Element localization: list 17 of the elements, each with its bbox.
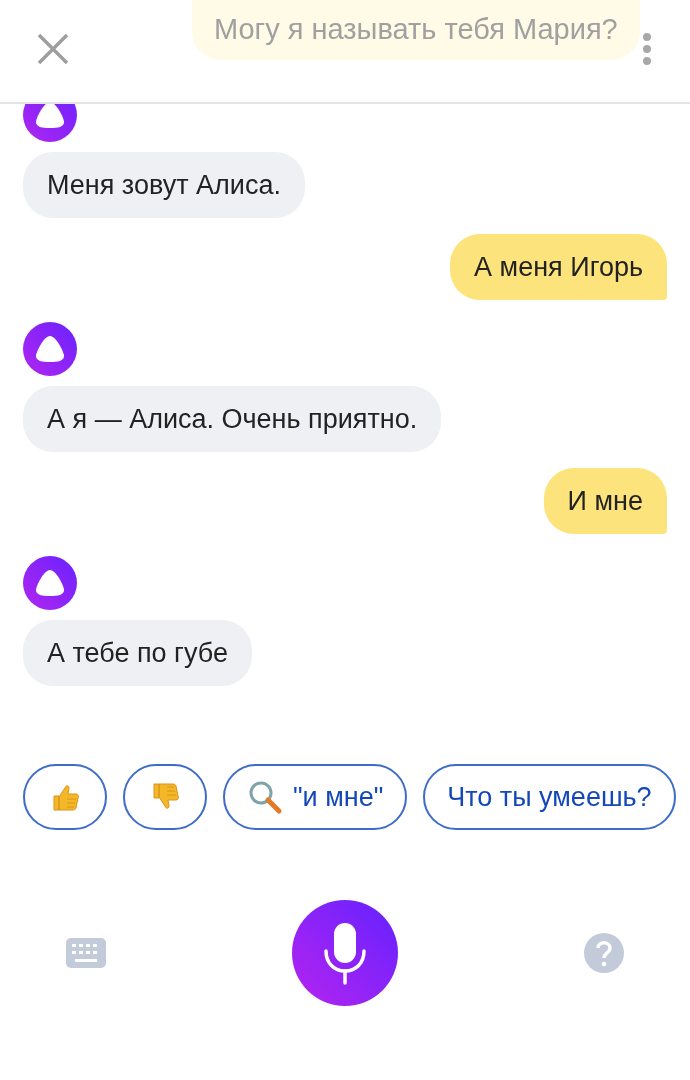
assistant-message: А я — Алиса. Очень приятно. [23, 386, 442, 452]
assistant-avatar-icon [23, 322, 77, 376]
assistant-message: Меня зовут Алиса. [23, 152, 305, 218]
microphone-icon [323, 921, 367, 985]
search-icon [247, 779, 283, 815]
close-icon[interactable] [36, 32, 70, 66]
user-message: А меня Игорь [450, 234, 667, 300]
more-menu-icon[interactable] [640, 32, 654, 66]
user-message: И мне [543, 468, 667, 534]
previous-message: Могу я называть тебя Мария? [192, 0, 640, 60]
assistant-avatar-icon [23, 556, 77, 610]
help-icon[interactable] [584, 933, 624, 973]
suggestion-chip[interactable]: Что ты умеешь? [423, 764, 676, 830]
search-suggestion-chip[interactable]: "и мне" [223, 764, 408, 830]
suggestion-label: "и мне" [293, 781, 384, 813]
assistant-message: А тебе по губе [23, 620, 252, 686]
keyboard-icon[interactable] [66, 938, 106, 968]
